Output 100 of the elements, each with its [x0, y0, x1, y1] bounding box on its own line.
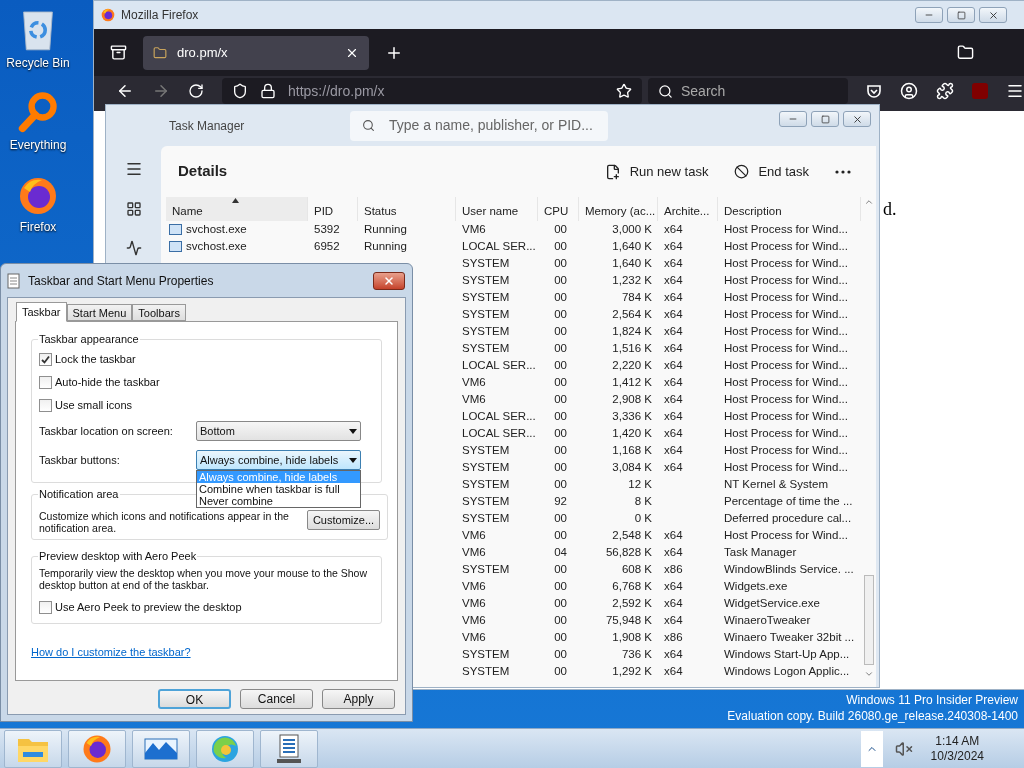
table-cell-text: x64 [664, 595, 683, 611]
table-cell-text: VM6 [462, 527, 486, 543]
toolbar-button[interactable]: Run new task [596, 156, 717, 187]
search-icon [658, 83, 673, 99]
volume-muted-icon[interactable] [894, 739, 913, 758]
table-cell-text: 6952 [314, 238, 340, 254]
table-cell-text: 00 [554, 663, 567, 679]
bookmark-icon[interactable] [616, 83, 632, 99]
table-cell-text: 1,168 K [612, 442, 652, 458]
maximize-button[interactable] [947, 7, 975, 23]
column-header[interactable]: PID [308, 197, 358, 221]
table-cell-text: 3,336 K [612, 408, 652, 424]
table-cell-text: 608 K [621, 561, 652, 577]
checkbox[interactable] [39, 399, 52, 412]
customize-button[interactable]: Customize... [307, 510, 380, 530]
grid-icon[interactable] [125, 201, 142, 217]
desktop-icon-label[interactable]: Firefox [19, 220, 57, 234]
scroll-down-icon[interactable] [863, 669, 874, 679]
column-header[interactable]: CPU [538, 197, 579, 221]
table-cell-text: 784 K [621, 289, 652, 305]
back-icon[interactable] [116, 82, 134, 100]
maximize-icon [956, 10, 966, 20]
pocket-icon[interactable] [866, 83, 882, 99]
table-cell-text: Host Process for Wind... [724, 527, 848, 543]
checkbox[interactable] [39, 376, 52, 389]
column-header[interactable]: User name [456, 197, 538, 221]
taskbar-button[interactable] [68, 729, 126, 768]
checkbox-label: Use Aero Peek to preview the desktop [55, 600, 242, 614]
table-cell-text: x64 [664, 323, 683, 339]
checkbox-label: Lock the taskbar [55, 353, 136, 366]
table-cell-text: Host Process for Wind... [724, 459, 848, 475]
table-cell-text: 00 [554, 459, 567, 475]
tabs-icon[interactable] [110, 44, 127, 61]
dropdown[interactable]: Always combine, hide labels [196, 450, 361, 470]
menu-icon[interactable] [1006, 82, 1024, 100]
maximize-button[interactable] [811, 111, 839, 127]
dropdown-option[interactable]: Never combine [197, 495, 360, 507]
dialog-button[interactable]: Apply [322, 689, 395, 709]
window-title: Mozilla Firefox [121, 7, 199, 24]
reload-icon[interactable] [188, 83, 204, 99]
ban-icon [734, 164, 750, 179]
table-cell-text: Host Process for Wind... [724, 306, 848, 322]
checkbox[interactable] [39, 600, 52, 614]
activity-icon[interactable] [125, 240, 142, 256]
taskbar-button[interactable] [132, 729, 190, 768]
column-header[interactable]: Description [718, 197, 861, 221]
tab[interactable]: Taskbar [16, 302, 67, 322]
table-cell-text: WinaeroTweaker [724, 612, 811, 628]
scroll-thumb[interactable] [863, 575, 874, 665]
table-cell-text: SYSTEM [462, 561, 510, 577]
dropdown[interactable]: Bottom [196, 421, 361, 441]
table-cell-text: 1,412 K [612, 374, 652, 390]
browser-icon [101, 8, 115, 22]
description-text: Customize which icons and notifications appear in the notification area. [39, 510, 290, 534]
account-icon[interactable] [900, 82, 918, 100]
maximize-icon [820, 114, 830, 124]
table-cell-text: Host Process for Wind... [724, 323, 848, 339]
search-field[interactable]: Type a name, publisher, or PID... [350, 110, 608, 141]
table-cell-text: VM6 [462, 374, 486, 390]
forward-icon[interactable] [152, 82, 170, 100]
close-button[interactable] [373, 271, 405, 290]
dialog-button[interactable]: OK [158, 689, 231, 709]
checkbox[interactable] [39, 353, 52, 366]
column-header[interactable]: Status [358, 197, 456, 221]
tab[interactable]: Start Menu [66, 304, 133, 321]
column-header[interactable]: Name [166, 197, 308, 221]
browser-tab[interactable]: dro.pm/x [143, 35, 369, 70]
table-cell-text: Windows Logon Applic... [724, 663, 850, 679]
search-field[interactable]: Search [648, 78, 848, 104]
tab[interactable]: Toolbars [132, 304, 186, 321]
magnifier-icon [17, 90, 59, 134]
clock[interactable]: 1:14 AM 10/3/2024 [918, 733, 996, 764]
desktop-icon-label[interactable]: Recycle Bin [6, 56, 70, 70]
close-button[interactable] [843, 111, 871, 127]
recycle-bin-icon [20, 8, 56, 52]
table-cell-text: Deferred procedure cal... [724, 510, 852, 526]
table-cell-text: 6,768 K [612, 578, 652, 594]
checkbox-label: Use small icons [55, 399, 133, 412]
checkbox-label: Auto-hide the taskbar [55, 376, 160, 389]
table-cell-text: 00 [554, 578, 567, 594]
table-cell-text: 1,420 K [612, 425, 652, 441]
url-field[interactable]: https://dro.pm/x [222, 78, 642, 104]
menu-icon[interactable] [124, 160, 143, 178]
folder-icon[interactable] [957, 44, 974, 61]
toolbar-button[interactable]: End task [726, 156, 817, 187]
desktop-icon-label[interactable]: Everything [9, 138, 67, 152]
taskbar-button[interactable] [260, 729, 318, 768]
table-cell-text: Running [364, 238, 407, 254]
shield-icon [232, 83, 248, 99]
window-title: Task Manager [169, 117, 246, 135]
table-cell-text: Host Process for Wind... [724, 391, 848, 407]
column-header[interactable]: Memory (ac... [579, 197, 658, 221]
taskbar-button[interactable] [4, 729, 62, 768]
dialog-button[interactable]: Cancel [240, 689, 313, 709]
dropdown-option[interactable]: Combine when taskbar is full [197, 483, 360, 495]
table-cell-text: 2,908 K [612, 391, 652, 407]
extensions-icon[interactable] [936, 82, 954, 100]
close-button[interactable] [979, 7, 1007, 23]
help-link[interactable]: How do I customize the taskbar? [31, 646, 191, 659]
column-header[interactable]: Archite... [658, 197, 718, 221]
